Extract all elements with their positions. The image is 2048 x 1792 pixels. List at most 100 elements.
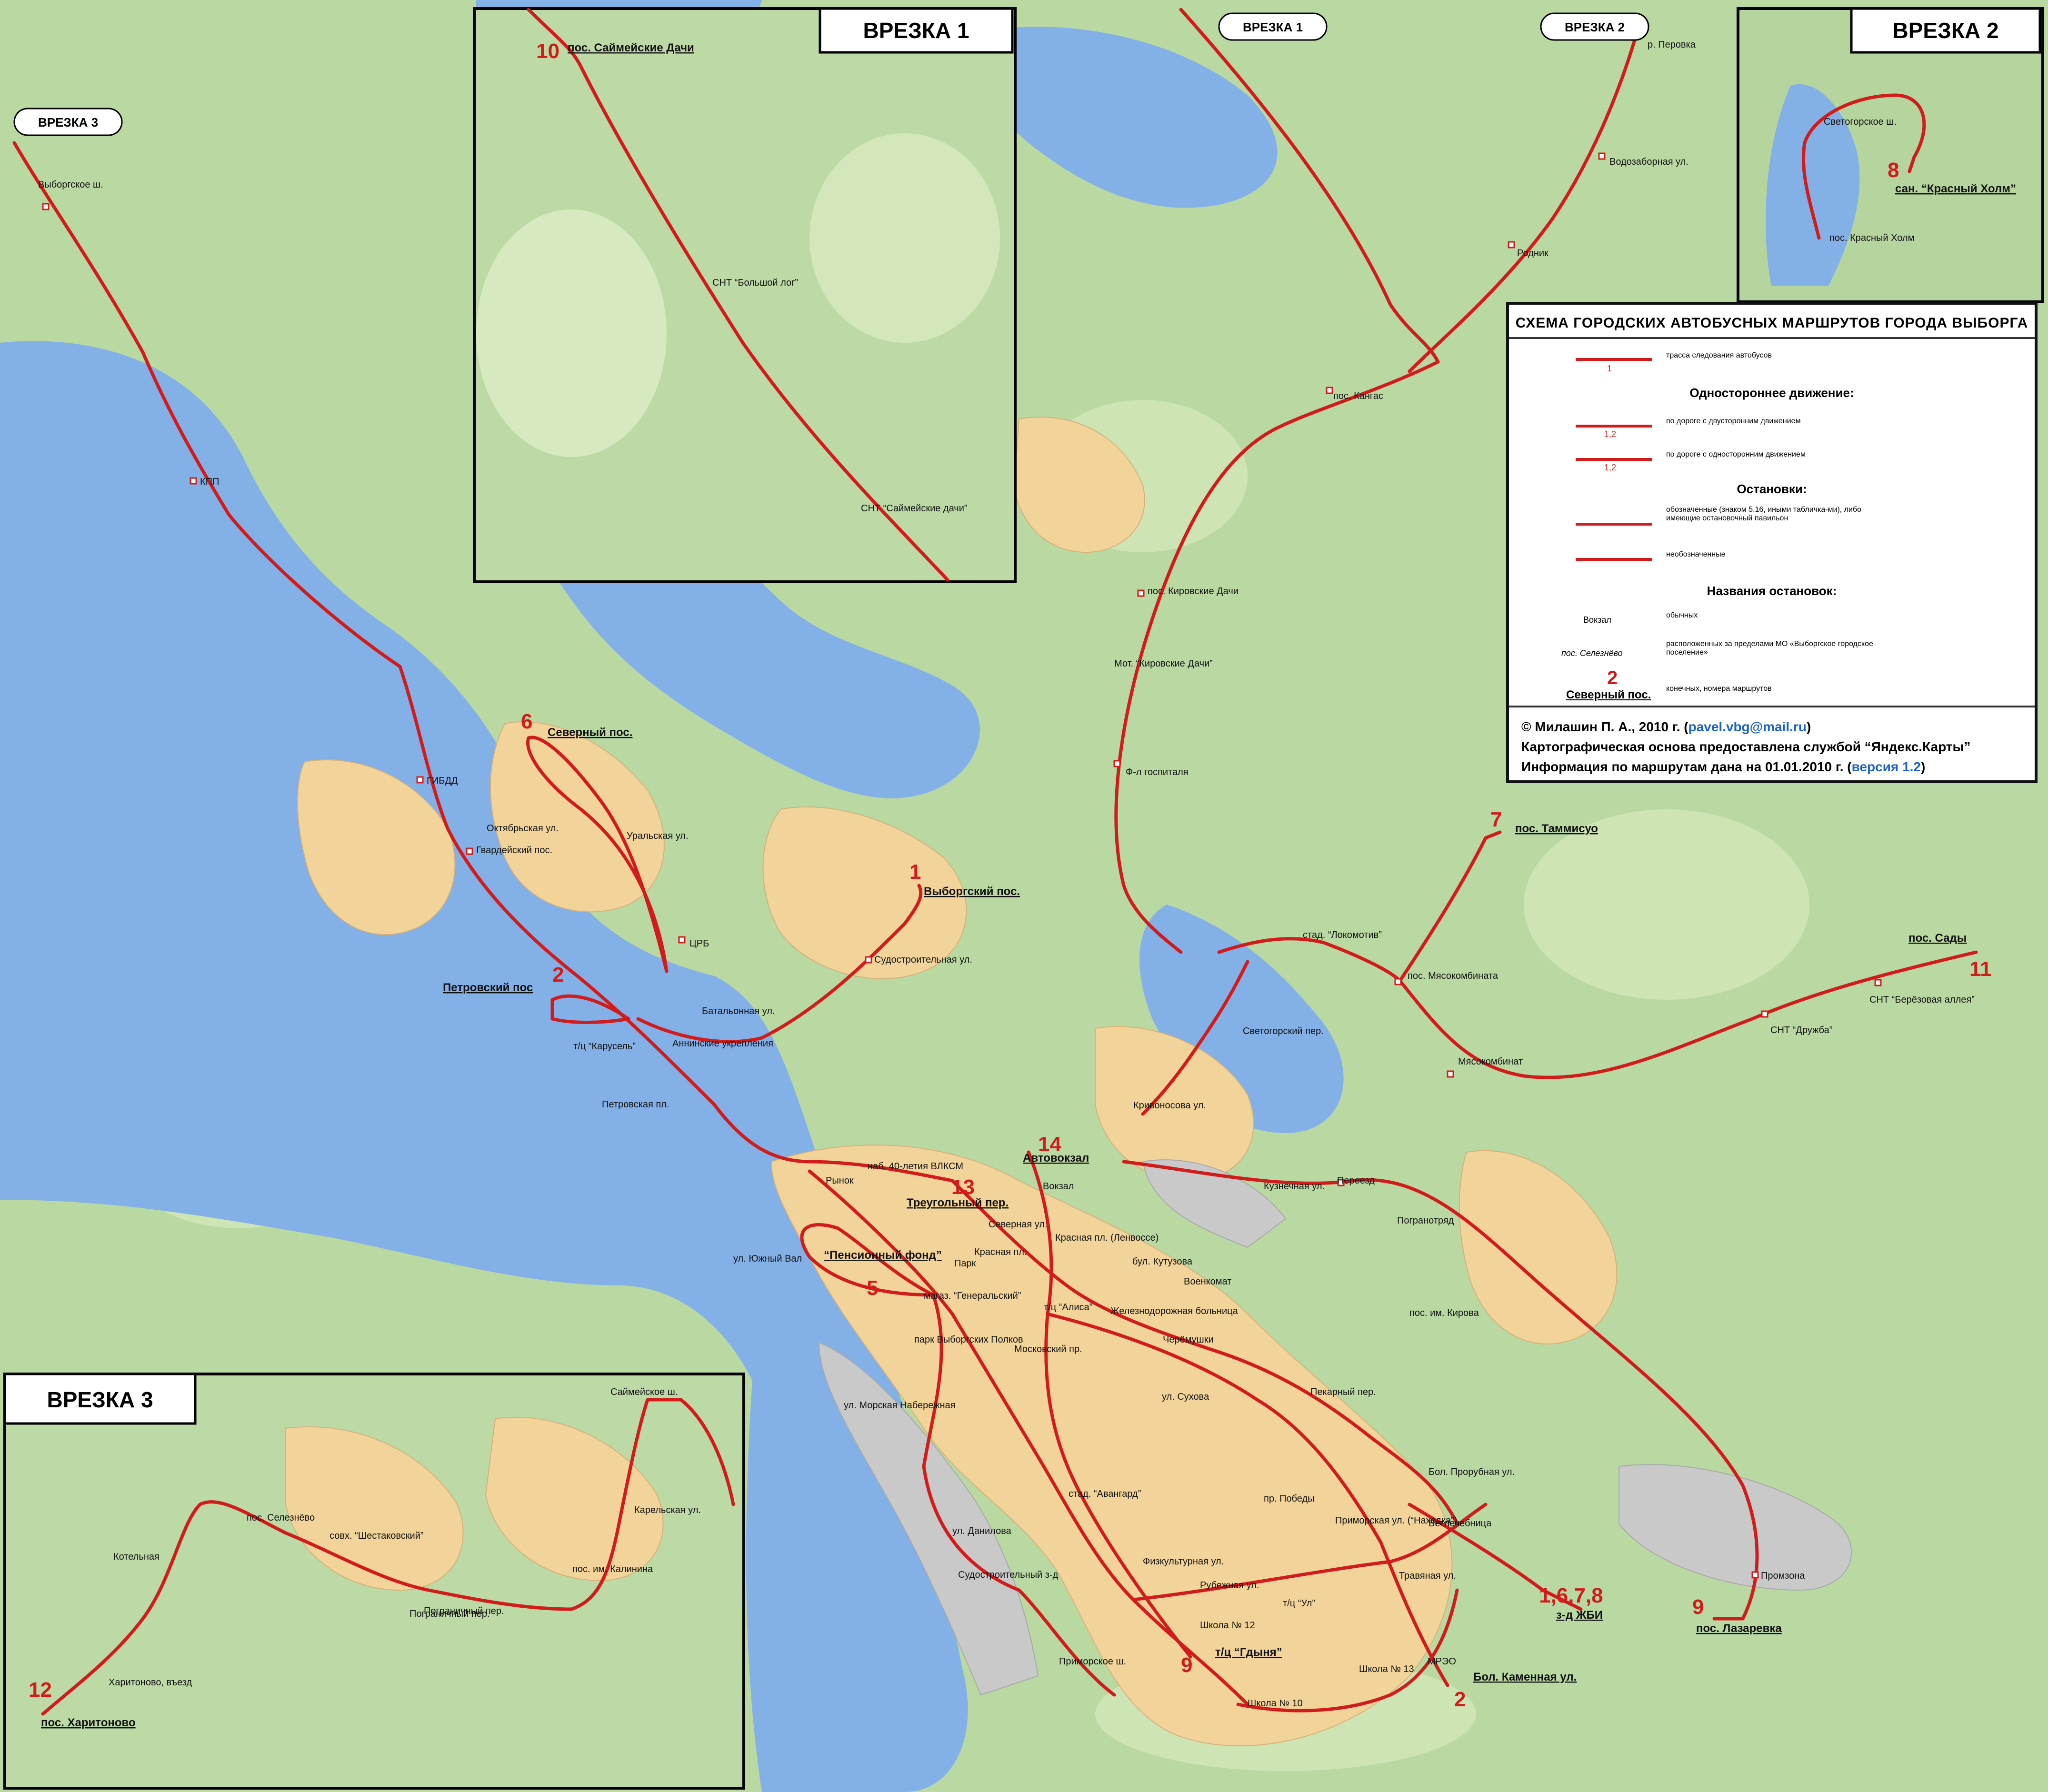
stop-label: Гвардейский пос. [476, 845, 552, 856]
stop-marker [1761, 1010, 1768, 1018]
stop-label: ГИБДД [427, 776, 458, 786]
inset-3-title: ВРЕЗКА 3 [47, 1387, 153, 1412]
stop-marker [1874, 979, 1882, 986]
stop-label: ЦРБ [689, 938, 709, 949]
stop-label: т/ц “Карусель” [573, 1041, 636, 1052]
terminal-number: 11 [1969, 957, 1992, 981]
legend-divider [1509, 337, 2035, 339]
stop-label: СНТ “Саймейские дачи” [861, 503, 968, 514]
stop-label: Харитоново, въезд [109, 1677, 192, 1688]
terminal-number: 9 [1692, 1595, 1704, 1619]
stop-label: Военкомат [1184, 1276, 1231, 1287]
stop-label: Погранотряд [1397, 1215, 1454, 1226]
stop-marker [1137, 589, 1145, 597]
stop-label: Октябрьская ул. [487, 823, 559, 834]
terminal-name: пос. Саймейские Дачи [568, 41, 694, 54]
terminal-name: пос. Лазаревка [1696, 1622, 1782, 1635]
stop-label: Кривоносова ул. [1133, 1100, 1206, 1111]
terminal-name: Автовокзал [1023, 1152, 1089, 1165]
stop-label: Кузнечная ул. [1264, 1181, 1325, 1192]
stop-marker [1751, 1571, 1759, 1579]
bus-route-map: ВРЕЗКА 1 ВРЕЗКА 2 ВРЕЗКА 3 ВРЕЗКА 3 ВРЕЗ… [0, 0, 2048, 1792]
terminal-name: Бол. Каменная ул. [1473, 1671, 1577, 1683]
legend-names-outside: расположенных за пределами МО «Выборгско… [1666, 640, 1873, 657]
stop-label: Светогорский пер. [1243, 1026, 1324, 1036]
stop-label: Выборгское ш. [38, 179, 103, 190]
legend-route-sample-num: 1 [1607, 364, 1612, 373]
terminal-name: пос. Сады [1908, 932, 1967, 945]
legend-names-regular: обычных [1666, 611, 1698, 619]
stop-marker [1394, 978, 1402, 986]
stop-label: магаз. “Генеральский” [924, 1291, 1021, 1301]
terminal-name: Петровский пос [443, 981, 533, 994]
stop-label: Приморское ш. [1059, 1656, 1126, 1667]
terminal-name: Северный пос. [548, 726, 632, 739]
legend-panel: СХЕМА ГОРОДСКИХ АВТОБУСНЫХ МАРШРУТОВ ГОР… [1506, 302, 2038, 783]
stop-label: парк Выборгских Полков [914, 1334, 1023, 1345]
stop-label: Ф-л госпиталя [1126, 767, 1189, 777]
stop-label: КПП [200, 477, 219, 487]
stop-label: Рынок [826, 1175, 854, 1186]
stop-marker [1508, 241, 1515, 249]
legend-terminal-name: Северный пос. [1566, 688, 1651, 701]
stop-label: пос. Селезнёво [247, 1513, 315, 1523]
stop-label: ул. Южный Вал [733, 1254, 802, 1264]
stop-label: пос. Красный Холм [1829, 233, 1914, 243]
stop-label: стад. “Авангард” [1069, 1489, 1141, 1499]
stop-label: р. Перовка [1648, 40, 1696, 50]
stop-label: Железнодорожная больница [1110, 1306, 1239, 1316]
legend-stop-unmarked-symbol [1576, 558, 1652, 561]
credit-line-3: Информация по маршрутам дана на 01.01.20… [1521, 757, 1970, 777]
credit-author: © Милашин П. А., 2010 г. ( [1521, 719, 1688, 734]
stop-label: пос. им. Калинина [572, 1564, 653, 1574]
stop-label: Судостроительная ул. [874, 955, 972, 965]
stop-marker [1113, 760, 1121, 767]
credit-paren: ) [1920, 759, 1926, 774]
pointer-inset-2: ВРЕЗКА 2 [1565, 20, 1625, 34]
terminal-number: 8 [1888, 159, 1899, 182]
stop-label: Светогорское ш. [1824, 117, 1897, 127]
terminal-number: 2 [1454, 1688, 1466, 1711]
stop-label: СНТ “Берёзовая аллея” [1869, 995, 1975, 1005]
stop-label: наб. 40-летия ВЛКСМ [868, 1161, 963, 1172]
legend-oneway-sample: 1,2 [1604, 429, 1617, 439]
legend-oneway-one-symbol [1576, 458, 1652, 461]
stop-label: Школа № 13 [1359, 1664, 1414, 1674]
stop-label: Батальонная ул. [702, 1006, 775, 1016]
terminal-number: 13 [951, 1175, 975, 1199]
legend-route-item: трасса следования автобусов [1666, 351, 1772, 359]
stop-label: пос. Мясокомбината [1408, 971, 1499, 981]
stop-label: т/ц “Алиса” [1044, 1302, 1092, 1313]
legend-bottom-divider [1509, 706, 2035, 707]
terminal-name: т/ц “Гдыня” [1215, 1646, 1282, 1659]
legend-stops-marked: обозначенные (знаком 5.16, иными табличк… [1666, 506, 1862, 522]
stop-label: пос. Кангас [1333, 391, 1383, 401]
stop-marker [466, 847, 473, 855]
stop-label: Карельская ул. [634, 1505, 701, 1515]
legend-oneway-one: по дороге с односторонним движением [1666, 450, 1806, 458]
stop-label: Травяная ул. [1399, 1571, 1456, 1581]
terminal-name: “Пенсионный фонд” [824, 1249, 942, 1262]
stop-marker [1598, 152, 1606, 160]
legend-oneway-two: по дороге с двусторонним движением [1666, 417, 1801, 425]
stop-label: СНТ “Большой лог” [712, 278, 798, 288]
stop-label: ул. Морская Набережная [844, 1400, 956, 1411]
credit-date: Информация по маршрутам дана на 01.01.20… [1521, 759, 1852, 774]
legend-stops-header: Остановки: [1737, 482, 1807, 496]
terminal-number: 12 [29, 1678, 52, 1702]
stop-label: Красная пл. [974, 1247, 1027, 1257]
terminal-number: 1,6,7,8 [1539, 1584, 1603, 1607]
legend-terminal-desc: конечных, номера маршрутов [1666, 685, 1772, 693]
stop-label: Судостроительный з-д [958, 1570, 1059, 1580]
stop-label: т/ц “Ул” [1283, 1598, 1315, 1609]
terminal-name: Выборгский пос. [924, 885, 1020, 898]
stop-label: Школа № 10 [1248, 1698, 1303, 1709]
pointer-inset-3: ВРЕЗКА 3 [38, 115, 98, 129]
terminal-number: 1 [909, 860, 921, 884]
stop-label: Северная ул. [989, 1219, 1048, 1230]
credit-email-link[interactable]: pavel.vbg@mail.ru [1688, 719, 1807, 734]
stop-marker [1326, 387, 1333, 394]
stop-label: ул. Данилова [952, 1526, 1012, 1536]
legend-names-regular-sample: Вокзал [1583, 615, 1611, 625]
terminal-number: 7 [1490, 808, 1502, 831]
